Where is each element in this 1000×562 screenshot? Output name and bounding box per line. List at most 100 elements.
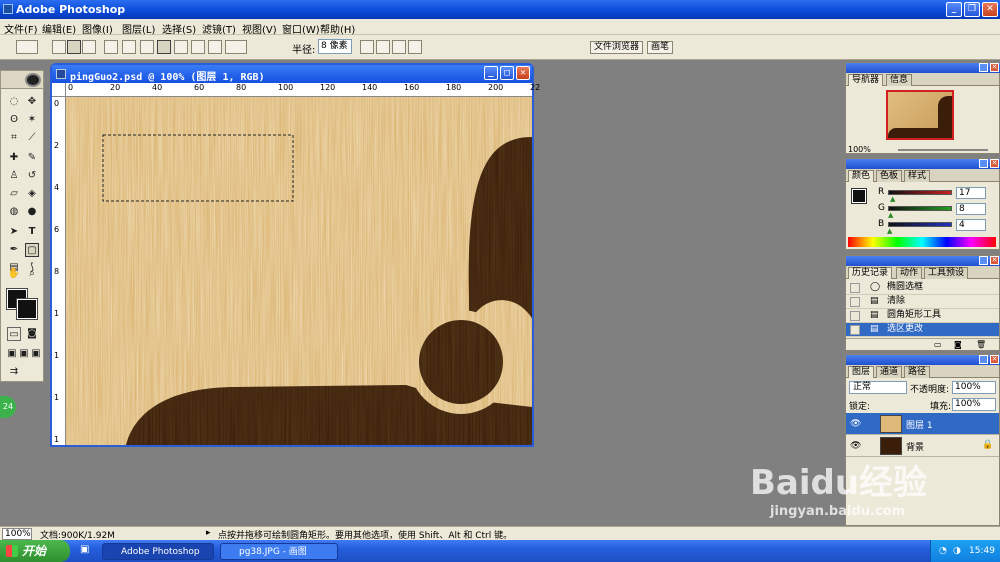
history-item[interactable]: 椭圆选框 ◯ bbox=[846, 281, 999, 295]
restore-button[interactable]: ❐ bbox=[964, 2, 980, 17]
tab-navigator[interactable]: 导航器 bbox=[848, 74, 884, 86]
standard-mode-icon[interactable]: ▭ bbox=[7, 327, 21, 341]
marquee-tool-icon[interactable]: ◌ bbox=[7, 95, 21, 109]
hand-tool-icon[interactable]: ✋ bbox=[7, 267, 21, 281]
new-snapshot-icon[interactable]: ◙ bbox=[954, 340, 962, 349]
intersect-selection-icon[interactable] bbox=[408, 40, 422, 54]
tab-swatches[interactable]: 色板 bbox=[876, 170, 903, 182]
paint-bucket-icon[interactable]: ◈ bbox=[25, 187, 39, 201]
history-item[interactable]: 选区更改 ▤ bbox=[846, 323, 999, 337]
file-browser-tab[interactable]: 文件浏览器 bbox=[590, 41, 644, 54]
history-brush-source-box[interactable] bbox=[850, 283, 860, 293]
close-button[interactable]: ✕ bbox=[982, 2, 998, 17]
menu-help[interactable]: 帮助(H) bbox=[320, 21, 355, 36]
menu-select[interactable]: 选择(S) bbox=[162, 21, 196, 36]
color-fg-swatch[interactable] bbox=[851, 188, 867, 204]
channel-slider-thumb[interactable]: ▲ bbox=[888, 211, 893, 219]
dodge-tool-icon[interactable]: ● bbox=[25, 205, 39, 219]
paths-button[interactable] bbox=[67, 40, 81, 54]
menu-image[interactable]: 图像(I) bbox=[82, 21, 113, 36]
line-shape-icon[interactable] bbox=[208, 40, 222, 54]
menu-layer[interactable]: 图层(L) bbox=[122, 21, 155, 36]
brushes-tab[interactable]: 画笔 bbox=[647, 41, 674, 54]
history-brush-icon[interactable]: ↺ bbox=[25, 169, 39, 183]
ellipse-shape-icon[interactable] bbox=[174, 40, 188, 54]
freeform-pen-icon[interactable] bbox=[122, 40, 136, 54]
layer-row[interactable]: 👁 背景 🔒 bbox=[846, 435, 999, 457]
quick-mask-icon[interactable]: ◙ bbox=[25, 327, 39, 341]
fill-pixels-button[interactable] bbox=[82, 40, 96, 54]
navigator-thumbnail[interactable] bbox=[886, 90, 954, 140]
eraser-tool-icon[interactable]: ▱ bbox=[7, 187, 21, 201]
path-select-icon[interactable]: ➤ bbox=[7, 225, 21, 239]
menu-edit[interactable]: 编辑(E) bbox=[42, 21, 76, 36]
channel-slider-thumb[interactable]: ▲ bbox=[890, 195, 895, 203]
history-brush-source-box[interactable] bbox=[850, 325, 860, 335]
doc-maximize-button[interactable]: □ bbox=[500, 66, 514, 80]
tab-tool-presets[interactable]: 工具预设 bbox=[924, 267, 969, 279]
new-document-icon[interactable]: ▭ bbox=[934, 340, 942, 349]
show-desktop-icon[interactable]: ▣ bbox=[80, 544, 89, 555]
trash-icon[interactable]: 🗑 bbox=[976, 340, 986, 349]
stamp-tool-icon[interactable]: ♙ bbox=[7, 169, 21, 183]
start-button[interactable]: 开始 bbox=[0, 540, 70, 562]
crop-tool-icon[interactable]: ⌗ bbox=[7, 131, 21, 145]
tab-info[interactable]: 信息 bbox=[886, 74, 913, 86]
background-color-swatch[interactable] bbox=[16, 298, 38, 320]
network-icon[interactable]: ◔ bbox=[939, 540, 947, 562]
history-item[interactable]: 清除 ▤ bbox=[846, 295, 999, 309]
channel-value-input[interactable]: 8 bbox=[956, 203, 986, 215]
menu-filter[interactable]: 滤镜(T) bbox=[202, 21, 236, 36]
task-paint[interactable]: pg38.JPG - 画图 bbox=[220, 543, 338, 560]
menu-view[interactable]: 视图(V) bbox=[242, 21, 277, 36]
channel-value-input[interactable]: 17 bbox=[956, 187, 986, 199]
type-tool-icon[interactable]: T bbox=[25, 225, 39, 239]
radius-input[interactable]: 8 像素 bbox=[318, 39, 352, 54]
blur-tool-icon[interactable]: ◍ bbox=[7, 205, 21, 219]
channel-slider[interactable] bbox=[888, 222, 952, 227]
channel-slider[interactable] bbox=[888, 190, 952, 195]
custom-shape-icon[interactable] bbox=[225, 40, 247, 54]
brush-tool-icon[interactable]: ✎ bbox=[25, 151, 39, 165]
tab-history[interactable]: 历史记录 bbox=[848, 267, 893, 279]
volume-icon[interactable]: ◑ bbox=[953, 540, 961, 562]
doc-close-button[interactable]: ✕ bbox=[516, 66, 530, 80]
status-zoom[interactable]: 100% bbox=[2, 528, 32, 540]
polygon-shape-icon[interactable] bbox=[191, 40, 205, 54]
tab-styles[interactable]: 样式 bbox=[904, 170, 931, 182]
navigator-zoom-slider[interactable] bbox=[898, 149, 988, 151]
minimize-button[interactable]: _ bbox=[946, 2, 962, 17]
history-brush-source-box[interactable] bbox=[850, 311, 860, 321]
navigator-zoom[interactable]: 100% bbox=[848, 145, 871, 154]
add-selection-icon[interactable] bbox=[376, 40, 390, 54]
doc-minimize-button[interactable]: _ bbox=[484, 66, 498, 80]
subtract-selection-icon[interactable] bbox=[392, 40, 406, 54]
history-item[interactable]: 圆角矩形工具 ▤ bbox=[846, 309, 999, 323]
blend-mode-select[interactable]: 正常 bbox=[849, 381, 907, 394]
pen-tool-icon[interactable] bbox=[104, 40, 118, 54]
tab-layers[interactable]: 图层 bbox=[848, 366, 875, 378]
fill-input[interactable]: 100% bbox=[952, 398, 996, 411]
rounded-rectangle-tool-icon[interactable]: ▢ bbox=[25, 243, 39, 257]
ruler-vertical[interactable]: 0 2 4 6 8 1 1 1 1 bbox=[52, 97, 66, 445]
menu-window[interactable]: 窗口(W) bbox=[282, 21, 320, 36]
rounded-rectangle-icon[interactable] bbox=[157, 40, 171, 54]
layer-row[interactable]: 👁 图层 1 bbox=[846, 413, 999, 435]
status-arrow-icon[interactable]: ▸ bbox=[206, 528, 211, 538]
eye-icon[interactable]: 👁 bbox=[850, 440, 862, 452]
pen-tool-icon[interactable]: ✒ bbox=[7, 243, 21, 257]
task-photoshop[interactable]: Adobe Photoshop bbox=[102, 543, 214, 560]
tab-actions[interactable]: 动作 bbox=[896, 267, 923, 279]
menu-file[interactable]: 文件(F) bbox=[4, 21, 38, 36]
move-tool-icon[interactable]: ✥ bbox=[25, 95, 39, 109]
channel-slider-thumb[interactable]: ▲ bbox=[887, 227, 892, 235]
jump-to-imageready-icon[interactable]: ⇉ bbox=[7, 365, 21, 379]
ruler-horizontal[interactable]: 0 20 40 60 80 100 120 140 160 180 200 22 bbox=[66, 83, 540, 97]
zoom-tool-icon[interactable]: ⌕ bbox=[25, 267, 39, 281]
shape-layers-button[interactable] bbox=[52, 40, 66, 54]
history-brush-source-box[interactable] bbox=[850, 297, 860, 307]
eye-icon[interactable]: 👁 bbox=[850, 418, 862, 430]
image-canvas[interactable] bbox=[66, 97, 532, 445]
rectangle-shape-icon[interactable] bbox=[140, 40, 154, 54]
healing-brush-icon[interactable]: ✚ bbox=[7, 151, 21, 165]
